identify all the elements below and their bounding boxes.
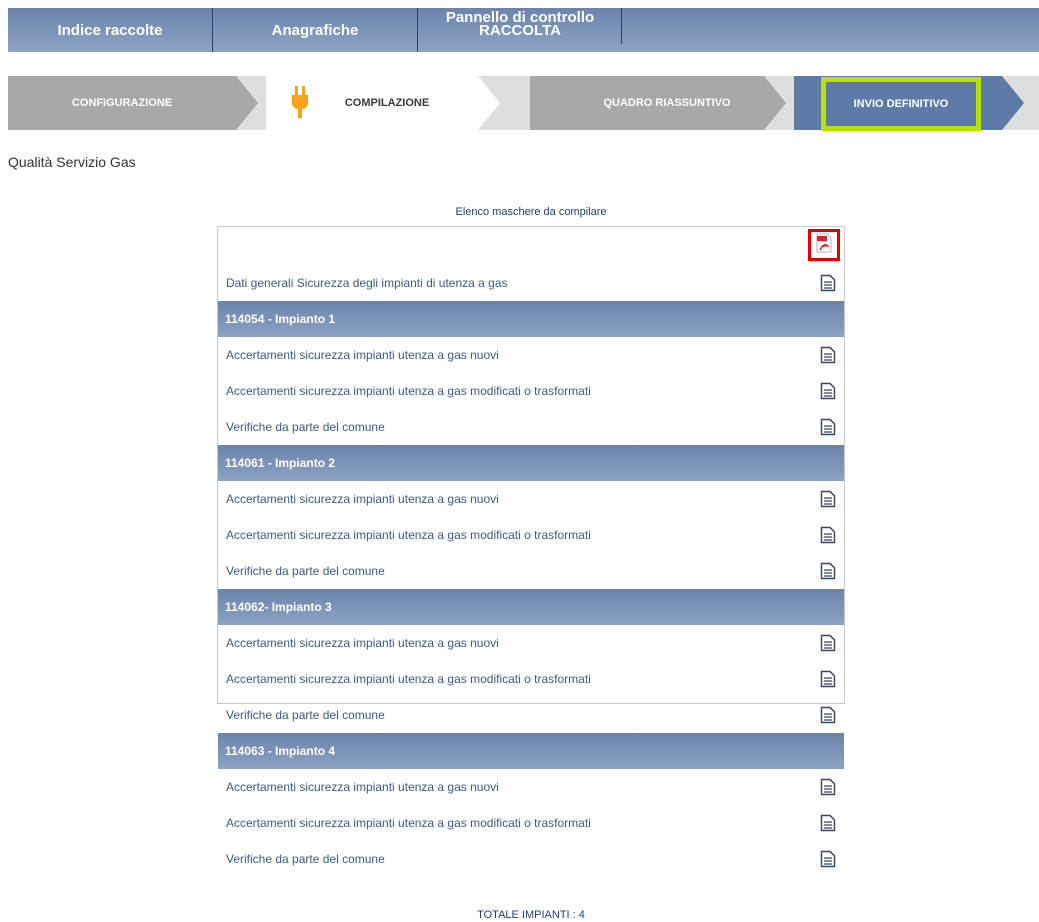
document-icon[interactable] xyxy=(820,274,836,292)
document-icon[interactable] xyxy=(820,778,836,796)
list-item-label: Verifiche da parte del comune xyxy=(226,708,385,722)
tab-anagrafiche[interactable]: Anagrafiche xyxy=(213,8,417,52)
group-header: 114063 - Impianto 4 xyxy=(218,733,844,769)
tab-pannello-di-controllo[interactable]: Pannello di controllo RACCOLTA xyxy=(418,2,622,46)
pdf-export-button[interactable] xyxy=(808,229,840,261)
list-item[interactable]: Accertamenti sicurezza impianti utenza a… xyxy=(218,805,844,841)
tab-pannello-line2: RACCOLTA xyxy=(479,22,561,39)
section-title: Qualità Servizio Gas xyxy=(8,154,136,170)
step-compilazione[interactable]: COMPILAZIONE xyxy=(266,76,478,130)
pdf-row xyxy=(218,227,844,265)
document-icon[interactable] xyxy=(820,346,836,364)
document-icon[interactable] xyxy=(820,634,836,652)
list-item-label: Dati generali Sicurezza degli impianti d… xyxy=(226,276,508,290)
document-icon[interactable] xyxy=(820,382,836,400)
list-item[interactable]: Accertamenti sicurezza impianti utenza a… xyxy=(218,373,844,409)
list-item-label: Verifiche da parte del comune xyxy=(226,852,385,866)
document-icon[interactable] xyxy=(820,490,836,508)
document-icon[interactable] xyxy=(820,850,836,868)
list-item-label: Verifiche da parte del comune xyxy=(226,564,385,578)
step-quadro-riassuntivo-label: QUADRO RIASSUNTIVO xyxy=(603,97,731,109)
list-item[interactable]: Verifiche da parte del comune xyxy=(218,697,844,733)
plug-icon xyxy=(292,86,308,121)
top-navigation: Indice raccolte Anagrafiche Pannello di … xyxy=(8,8,1039,52)
progress-stepper: CONFIGURAZIONE COMPILAZIONE QUADRO RIASS… xyxy=(8,76,1039,131)
list-item-label: Accertamenti sicurezza impianti utenza a… xyxy=(226,384,591,398)
list-item-label: Accertamenti sicurezza impianti utenza a… xyxy=(226,816,591,830)
document-icon[interactable] xyxy=(820,418,836,436)
group-header-label: 114054 - Impianto 1 xyxy=(225,312,336,326)
step-compilazione-label: COMPILAZIONE xyxy=(344,97,430,109)
document-icon[interactable] xyxy=(820,526,836,544)
list-item-label: Accertamenti sicurezza impianti utenza a… xyxy=(226,636,499,650)
step-arrow xyxy=(236,76,258,130)
group-header-label: 114062- Impianto 3 xyxy=(225,600,332,614)
list-item[interactable]: Verifiche da parte del comune xyxy=(218,841,844,877)
step-invio-definitivo[interactable]: INVIO DEFINITIVO xyxy=(821,77,981,131)
total-impianti: TOTALE IMPIANTI : 4 xyxy=(477,909,585,921)
list-item-label: Accertamenti sicurezza impianti utenza a… xyxy=(226,348,499,362)
list-item[interactable]: Accertamenti sicurezza impianti utenza a… xyxy=(218,517,844,553)
list-item-label: Verifiche da parte del comune xyxy=(226,420,385,434)
list-item[interactable]: Accertamenti sicurezza impianti utenza a… xyxy=(218,769,844,805)
step-arrow xyxy=(478,76,500,130)
step-arrow xyxy=(1002,76,1024,130)
group-header-label: 114061 - Impianto 2 xyxy=(225,456,336,470)
forms-list: Dati generali Sicurezza degli impianti d… xyxy=(217,226,845,868)
list-item[interactable]: Verifiche da parte del comune xyxy=(218,553,844,589)
list-item-label: Accertamenti sicurezza impianti utenza a… xyxy=(226,780,499,794)
list-item[interactable]: Accertamenti sicurezza impianti utenza a… xyxy=(218,661,844,697)
step-quadro-riassuntivo[interactable]: QUADRO RIASSUNTIVO xyxy=(530,76,764,130)
document-icon[interactable] xyxy=(820,670,836,688)
step-configurazione[interactable]: CONFIGURAZIONE xyxy=(8,76,236,130)
list-item[interactable]: Accertamenti sicurezza impianti utenza a… xyxy=(218,481,844,517)
list-item-dati-generali[interactable]: Dati generali Sicurezza degli impianti d… xyxy=(218,265,844,301)
document-icon[interactable] xyxy=(820,706,836,724)
document-icon[interactable] xyxy=(820,814,836,832)
document-icon[interactable] xyxy=(820,562,836,580)
step-arrow xyxy=(764,76,786,130)
group-header: 114062- Impianto 3 xyxy=(218,589,844,625)
list-title: Elenco maschere da compilare xyxy=(455,206,607,218)
group-header: 114061 - Impianto 2 xyxy=(218,445,844,481)
nav-separator xyxy=(621,8,622,44)
tab-indice-raccolte[interactable]: Indice raccolte xyxy=(8,8,212,52)
list-item[interactable]: Accertamenti sicurezza impianti utenza a… xyxy=(218,337,844,373)
pdf-icon xyxy=(815,233,833,258)
step-invio-definitivo-label: INVIO DEFINITIVO xyxy=(853,98,949,110)
list-item-label: Accertamenti sicurezza impianti utenza a… xyxy=(226,672,591,686)
list-item[interactable]: Verifiche da parte del comune xyxy=(218,409,844,445)
list-item-label: Accertamenti sicurezza impianti utenza a… xyxy=(226,492,499,506)
list-item[interactable]: Accertamenti sicurezza impianti utenza a… xyxy=(218,625,844,661)
step-configurazione-label: CONFIGURAZIONE xyxy=(71,97,173,109)
list-item-label: Accertamenti sicurezza impianti utenza a… xyxy=(226,528,591,542)
group-header-label: 114063 - Impianto 4 xyxy=(225,744,336,758)
group-header: 114054 - Impianto 1 xyxy=(218,301,844,337)
